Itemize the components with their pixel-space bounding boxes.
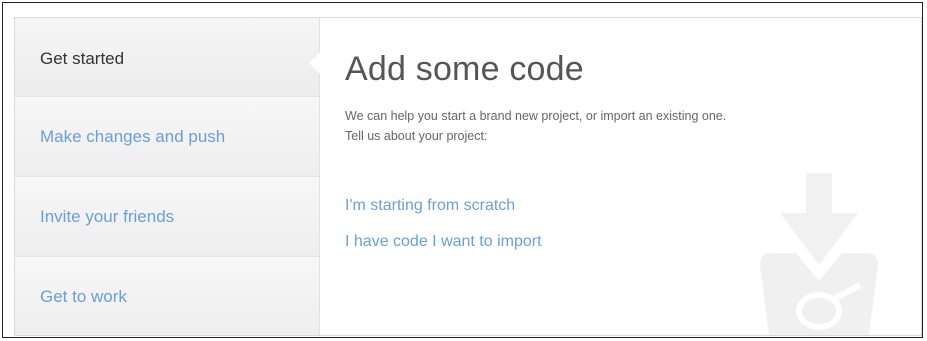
step-label: Get to work — [40, 287, 127, 306]
onboarding-panel: Get started Make changes and push Invite… — [14, 17, 922, 336]
description: We can help you start a brand new projec… — [345, 106, 726, 146]
description-line: Tell us about your project: — [345, 129, 488, 143]
step-make-changes-and-push[interactable]: Make changes and push — [15, 97, 319, 177]
page-title: Add some code — [345, 50, 584, 88]
step-get-to-work[interactable]: Get to work — [15, 257, 319, 335]
import-code-link[interactable]: I have code I want to import — [345, 233, 542, 251]
active-step-pointer — [309, 52, 320, 74]
step-label: Invite your friends — [40, 206, 175, 226]
step-invite-your-friends[interactable]: Invite your friends — [15, 177, 319, 257]
bucket-download-icon — [760, 173, 878, 335]
start-from-scratch-link[interactable]: I'm starting from scratch — [345, 197, 515, 215]
description-line: We can help you start a brand new projec… — [345, 109, 727, 123]
step-content: Add some code We can help you start a br… — [320, 18, 921, 335]
step-label: Get started — [40, 49, 125, 68]
step-get-started[interactable]: Get started — [15, 18, 320, 97]
step-label: Make changes and push — [40, 126, 226, 146]
steps-sidebar: Get started Make changes and push Invite… — [15, 18, 320, 335]
